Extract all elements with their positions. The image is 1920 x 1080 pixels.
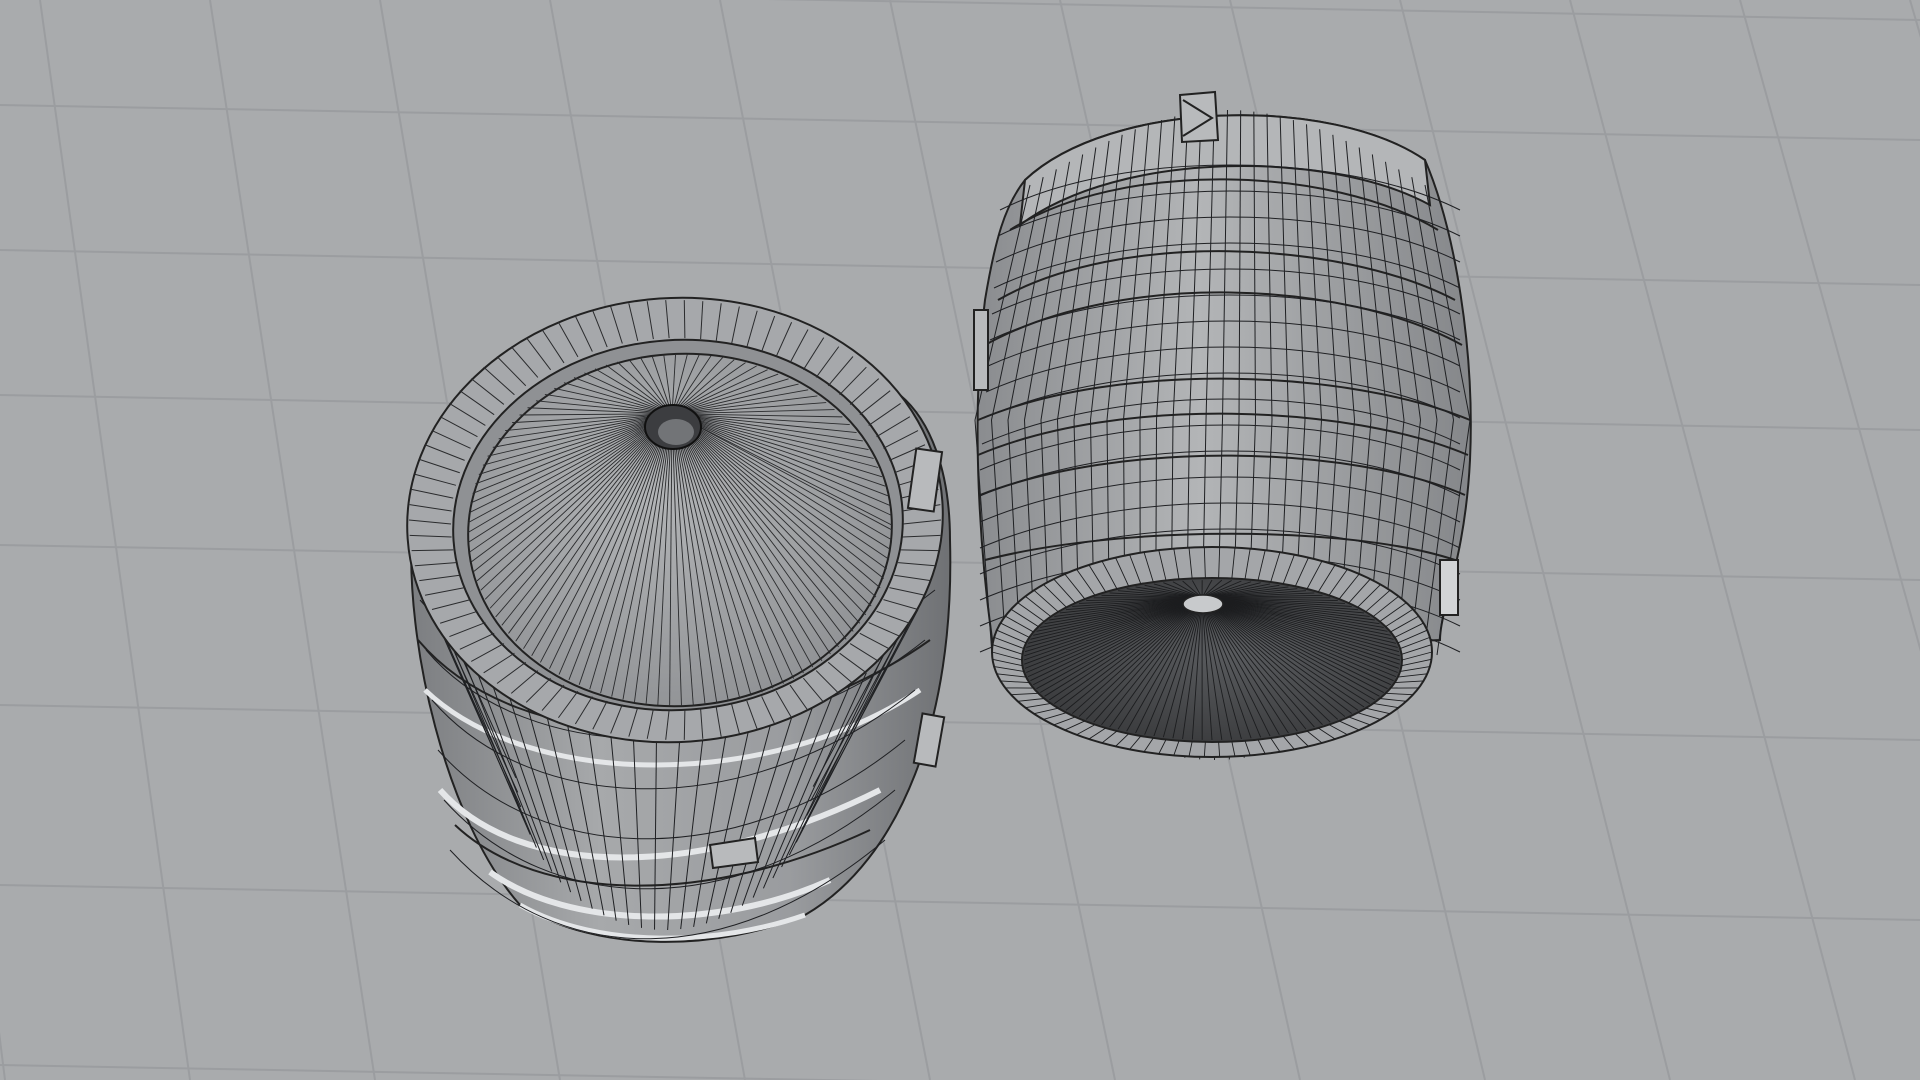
wire-line bbox=[0, 104, 1920, 141]
barrel-right-bung bbox=[1182, 594, 1224, 614]
barrel-mesh[interactable] bbox=[392, 280, 958, 943]
wire-line bbox=[767, 0, 1920, 21]
wire-line bbox=[0, 704, 1920, 741]
3d-viewport[interactable] bbox=[0, 0, 1920, 1080]
wire-line bbox=[0, 249, 1920, 286]
wire-line bbox=[683, 300, 686, 339]
wire-line bbox=[683, 709, 686, 740]
wire-line bbox=[0, 1064, 878, 1080]
ground-grid bbox=[0, 0, 1920, 1080]
barrel-right-latch bbox=[973, 309, 989, 391]
viewport-canvas[interactable] bbox=[0, 0, 1920, 1080]
wire-line bbox=[0, 1031, 6, 1080]
wire-line bbox=[0, 884, 1920, 921]
barrel-right-latch bbox=[1439, 559, 1459, 616]
wire-line bbox=[209, 0, 376, 1080]
wire-line bbox=[39, 0, 191, 1080]
wire-line bbox=[0, 394, 1920, 431]
barrel-left-bung-inner bbox=[658, 419, 694, 445]
barrel-mesh[interactable] bbox=[973, 90, 1472, 761]
wire-line bbox=[1909, 0, 1920, 38]
wire-line bbox=[0, 544, 1920, 581]
